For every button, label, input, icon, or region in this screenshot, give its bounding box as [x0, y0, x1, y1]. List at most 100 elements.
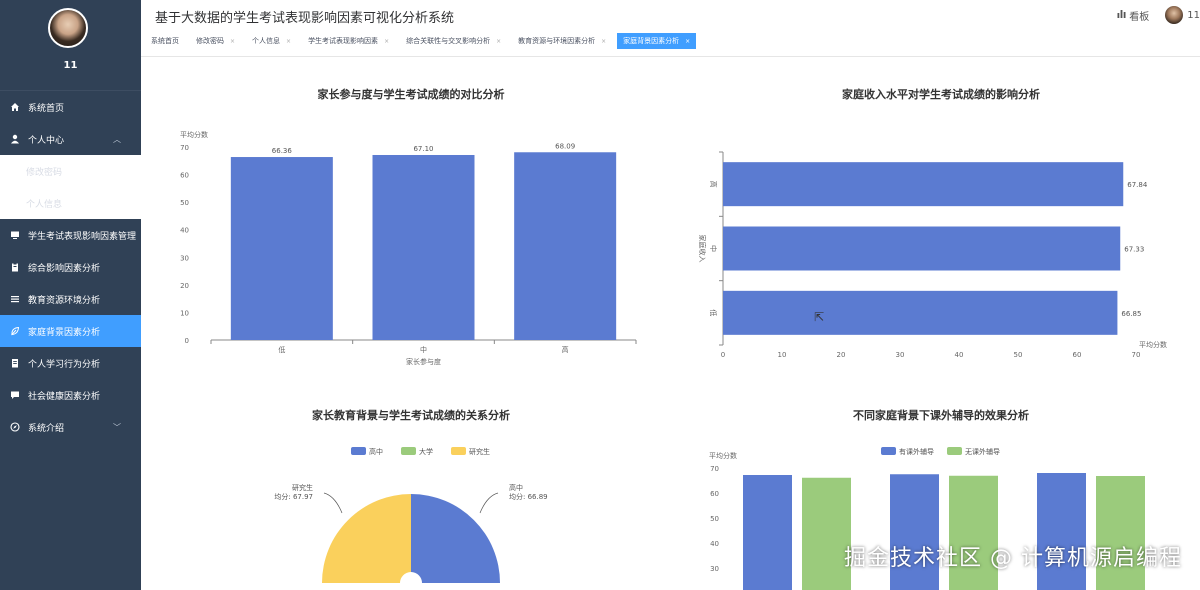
- data-label: 67.84: [1127, 181, 1148, 189]
- tab-change-password[interactable]: 修改密码 ×: [190, 33, 242, 49]
- legend-label: 无课外辅导: [965, 447, 1000, 456]
- sidebar-item-combined-analysis[interactable]: 综合影响因素分析: [0, 251, 141, 283]
- user-avatar[interactable]: [48, 8, 88, 48]
- sidebar-item-exam-factors[interactable]: 学生考试表现影响因素管理: [0, 219, 141, 251]
- close-icon[interactable]: ×: [384, 38, 389, 45]
- x-tick-label: 30: [896, 351, 905, 359]
- tab-family-background[interactable]: 家庭背景因素分析 ×: [617, 33, 697, 49]
- y-tick-label: 40: [180, 227, 189, 235]
- pie-slice: [322, 494, 411, 583]
- chart2-title: 家庭收入水平对学生考试成绩的影响分析: [842, 88, 1040, 101]
- close-icon[interactable]: ×: [286, 38, 291, 45]
- tab-label: 综合关联性与交叉影响分析: [406, 37, 491, 45]
- header-username[interactable]: 11: [1187, 10, 1200, 21]
- y-tick-label: 50: [180, 199, 189, 207]
- y-tick-label: 20: [180, 282, 189, 290]
- data-label: 66.36: [272, 147, 293, 155]
- sidebar: 11 系统首页 个人中心 ︿ 修改密码 个人信息 学生考试表现影响因素管理 综合…: [0, 0, 141, 590]
- close-icon[interactable]: ×: [230, 38, 235, 45]
- y-tick-label: 60: [180, 172, 189, 180]
- top-header: 基于大数据的学生考试表现影响因素可视化分析系统 看板 11 系统首页 修改密码 ×…: [141, 0, 1200, 57]
- sidebar-item-learning-behavior[interactable]: 个人学习行为分析: [0, 347, 141, 379]
- bar: [372, 154, 475, 340]
- header-right: 看板 11: [1117, 6, 1200, 24]
- y-axis-label: 平均分数: [180, 130, 208, 139]
- tab-label: 家庭背景因素分析: [623, 37, 680, 45]
- y-tick-label: 70: [710, 465, 719, 473]
- tab-exam-factors[interactable]: 学生考试表现影响因素 ×: [302, 33, 396, 49]
- x-tick-label: 10: [778, 351, 787, 359]
- y-tick-label: 中: [709, 245, 718, 252]
- data-label: 67.10: [413, 145, 433, 153]
- sidebar-item-social-health[interactable]: 社会健康因素分析: [0, 379, 141, 411]
- bar: [514, 152, 617, 340]
- dashboard-button[interactable]: 看板: [1117, 8, 1149, 23]
- mouse-cursor-icon: ⇱: [814, 310, 825, 324]
- y-tick-label: 低: [709, 309, 718, 316]
- tab-edu-resources[interactable]: 教育资源与环境因素分析 ×: [512, 33, 613, 49]
- y-axis-label: 平均分数: [709, 451, 737, 460]
- chat-icon: [10, 390, 20, 400]
- sidebar-item-family-background[interactable]: 家庭背景因素分析: [0, 315, 141, 347]
- y-tick-label: 10: [180, 309, 189, 317]
- sidebar-username: 11: [63, 60, 78, 71]
- data-label: 66.85: [1121, 310, 1141, 318]
- tab-label: 教育资源与环境因素分析: [518, 37, 596, 45]
- sidebar-item-system-intro[interactable]: 系统介绍 ﹀: [0, 411, 141, 443]
- x-axis-label: 家长参与度: [406, 357, 441, 366]
- tab-home[interactable]: 系统首页: [145, 33, 185, 49]
- leaf-icon: [10, 326, 20, 336]
- x-tick-label: 20: [837, 351, 846, 359]
- x-axis-label: 平均分数: [1139, 340, 1167, 349]
- tab-label: 修改密码: [196, 37, 224, 45]
- sidebar-item-change-password[interactable]: 修改密码: [0, 155, 141, 187]
- sidebar-item-label: 学生考试表现影响因素管理: [28, 231, 137, 242]
- close-icon[interactable]: ×: [496, 38, 501, 45]
- tab-label: 学生考试表现影响因素: [308, 37, 379, 45]
- monitor-icon: [10, 230, 20, 240]
- sidebar-item-home[interactable]: 系统首页: [0, 91, 141, 123]
- tab-label: 个人信息: [252, 37, 281, 45]
- legend-swatch: [351, 447, 366, 455]
- sidebar-item-personal-info[interactable]: 个人信息: [0, 187, 141, 219]
- bar: [723, 226, 1121, 271]
- document-icon: [10, 358, 20, 368]
- chevron-down-icon: ﹀: [113, 422, 121, 432]
- tab-cross-analysis[interactable]: 综合关联性与交叉影响分析 ×: [400, 33, 508, 49]
- y-tick-label: 70: [180, 144, 189, 152]
- sidebar-item-label: 个人信息: [26, 199, 63, 210]
- y-tick-label: 50: [710, 515, 719, 523]
- y-tick-label: 40: [710, 540, 719, 548]
- bar: [230, 157, 333, 340]
- sidebar-item-label: 家庭背景因素分析: [28, 327, 101, 338]
- sidebar-item-personal-center[interactable]: 个人中心 ︿: [0, 123, 141, 155]
- sidebar-item-edu-resources[interactable]: 教育资源环境分析: [0, 283, 141, 315]
- bar: [890, 474, 939, 590]
- tab-personal-info[interactable]: 个人信息 ×: [246, 33, 298, 49]
- family-income-chart: 67.84 高 67.33 中 66.85 低 0 10 20 30 40 50 60 70 平均分数 家庭收…: [698, 151, 1167, 359]
- compass-icon: [10, 422, 20, 432]
- bar: [949, 475, 998, 590]
- legend-label: 有课外辅导: [899, 447, 934, 456]
- slice-label: 研究生: [292, 483, 313, 492]
- sidebar-submenu: 修改密码 个人信息: [0, 155, 141, 219]
- x-tick-label: 中: [420, 345, 427, 354]
- x-tick-label: 高: [562, 345, 569, 354]
- sidebar-item-label: 个人中心: [28, 135, 65, 146]
- slice-label: 高中: [509, 483, 523, 492]
- x-tick-label: 40: [955, 351, 964, 359]
- parent-involvement-chart: 平均分数 0 10 20 30 40 50 60 70 66.36 低 67.10 中 68.09 高家长参…: [180, 130, 637, 366]
- close-icon[interactable]: ×: [601, 38, 606, 45]
- sidebar-item-label: 系统首页: [28, 103, 65, 114]
- close-icon[interactable]: ×: [685, 38, 690, 45]
- sidebar-item-label: 系统介绍: [28, 423, 65, 434]
- header-avatar[interactable]: [1165, 6, 1184, 24]
- sidebar-item-label: 综合影响因素分析: [28, 263, 101, 274]
- label-leader-line: [323, 492, 343, 514]
- sidebar-item-label: 修改密码: [26, 167, 63, 178]
- data-label: 67.33: [1124, 246, 1144, 254]
- chart1-title: 家长参与度与学生考试成绩的对比分析: [317, 88, 505, 101]
- x-tick-label: 50: [1014, 351, 1023, 359]
- dashboard-label: 看板: [1129, 11, 1150, 23]
- legend-swatch: [947, 447, 962, 455]
